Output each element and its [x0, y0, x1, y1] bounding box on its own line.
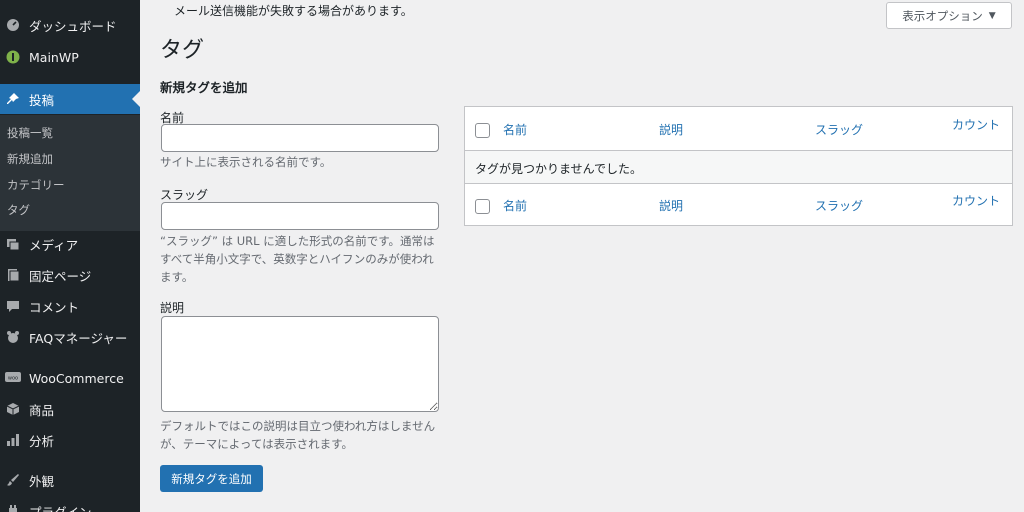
- column-count-footer[interactable]: カウント: [952, 192, 1000, 209]
- menu-item-plugins[interactable]: プラグイン: [0, 496, 140, 512]
- page-title: タグ: [160, 38, 205, 63]
- page-icon: [5, 267, 21, 283]
- description-help: デフォルトではこの説明は目立つ使われ方はしませんが、テーマによっては表示されます…: [160, 419, 436, 451]
- menu-item-media[interactable]: メディア: [0, 229, 140, 259]
- menu-item-dashboard[interactable]: ダッシュボード: [0, 10, 140, 40]
- menu-label: メディア: [29, 237, 79, 253]
- plugin-icon: [5, 503, 21, 512]
- faq-icon: [5, 329, 21, 345]
- slug-help: “スラッグ” は URL に適した形式の名前です。通常はすべて半角小文字で、英数…: [160, 234, 435, 284]
- comment-icon: [5, 298, 21, 314]
- menu-label: MainWP: [29, 49, 79, 65]
- column-name-footer[interactable]: 名前: [503, 197, 527, 214]
- menu-label: 投稿: [29, 92, 55, 108]
- column-count-header[interactable]: カウント: [952, 116, 1000, 133]
- select-all-checkbox[interactable]: [475, 123, 490, 138]
- menu-item-comments[interactable]: コメント: [0, 291, 140, 321]
- menu-item-posts[interactable]: 投稿: [0, 84, 140, 114]
- tag-name-input[interactable]: [161, 124, 439, 152]
- woocommerce-icon: woo: [5, 370, 21, 386]
- caret-down-icon: ▼: [988, 10, 996, 21]
- product-icon: [5, 401, 21, 417]
- menu-item-pages[interactable]: 固定ページ: [0, 260, 140, 290]
- menu-label: プラグイン: [29, 504, 92, 512]
- table-row: タグが見つかりませんでした。: [465, 151, 1012, 184]
- tag-slug-input[interactable]: [161, 202, 439, 230]
- menu-label: 分析: [29, 433, 55, 449]
- table-header-row: 名前 説明 スラッグ カウント: [465, 107, 1012, 151]
- table-footer-row: 名前 説明 スラッグ カウント: [465, 184, 1012, 226]
- no-tags-message: タグが見つかりませんでした。: [475, 162, 643, 176]
- submenu-item-add-new[interactable]: 新規追加: [7, 151, 53, 167]
- menu-label: 外観: [29, 473, 55, 489]
- column-description-footer[interactable]: 説明: [659, 197, 683, 214]
- submenu-item-categories[interactable]: カテゴリー: [7, 177, 65, 193]
- column-slug-header[interactable]: スラッグ: [815, 121, 863, 138]
- tag-description-textarea[interactable]: [161, 316, 439, 412]
- pin-icon: [5, 91, 21, 107]
- column-description-header[interactable]: 説明: [659, 121, 683, 138]
- name-help: サイト上に表示される名前です。: [160, 155, 332, 169]
- menu-item-appearance[interactable]: 外観: [0, 465, 140, 495]
- appearance-icon: [5, 472, 21, 488]
- menu-label: 商品: [29, 402, 55, 418]
- add-tag-heading: 新規タグを追加: [160, 80, 248, 95]
- svg-text:woo: woo: [8, 376, 18, 382]
- menu-label: 固定ページ: [29, 268, 92, 284]
- tags-table: 名前 説明 スラッグ カウント タグが見つかりませんでした。 名前 説明 スラッ…: [464, 106, 1013, 226]
- menu-item-woocommerce[interactable]: woo WooCommerce: [0, 363, 140, 393]
- admin-notice: メール送信機能が失敗する場合があります。: [174, 4, 413, 18]
- screen-options-label: 表示オプション: [902, 8, 983, 23]
- mainwp-icon: [5, 49, 21, 65]
- select-all-checkbox-footer[interactable]: [475, 199, 490, 214]
- add-new-tag-button[interactable]: 新規タグを追加: [160, 465, 263, 492]
- analytics-icon: [5, 432, 21, 448]
- dashboard-icon: [5, 17, 21, 33]
- menu-label: コメント: [29, 299, 80, 315]
- menu-label: WooCommerce: [29, 370, 124, 386]
- column-slug-footer[interactable]: スラッグ: [815, 197, 863, 214]
- column-name-header[interactable]: 名前: [503, 121, 527, 138]
- screen-options-button[interactable]: 表示オプション ▼: [886, 2, 1012, 29]
- description-label: 説明: [160, 301, 185, 315]
- media-icon: [5, 236, 21, 252]
- posts-submenu: 投稿一覧 新規追加 カテゴリー タグ: [0, 115, 140, 231]
- slug-label: スラッグ: [160, 188, 209, 202]
- menu-label: ダッシュボード: [29, 18, 117, 34]
- menu-item-analytics[interactable]: 分析: [0, 425, 140, 455]
- admin-sidebar: ダッシュボード MainWP 投稿 投稿一覧 新規追加 カテゴリー タグ メディ…: [0, 0, 140, 512]
- menu-item-mainwp[interactable]: MainWP: [0, 42, 140, 72]
- submenu-item-tags[interactable]: タグ: [7, 202, 30, 218]
- menu-label: FAQマネージャー: [29, 330, 128, 346]
- submenu-item-all-posts[interactable]: 投稿一覧: [7, 125, 53, 141]
- menu-item-faq-manager[interactable]: FAQマネージャー: [0, 322, 140, 352]
- menu-item-products[interactable]: 商品: [0, 394, 140, 424]
